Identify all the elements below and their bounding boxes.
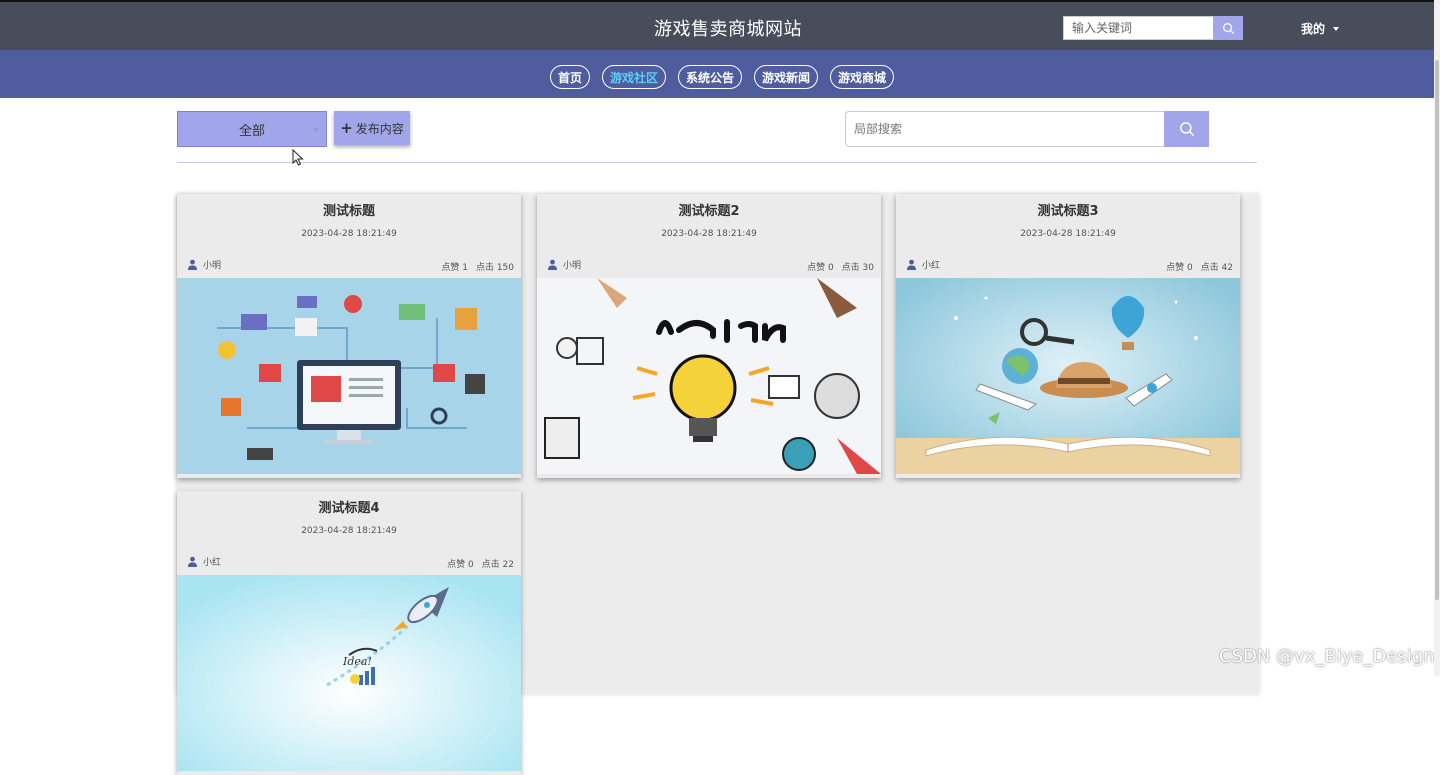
post-author-name: 小红 <box>922 261 941 271</box>
post-date: 2023-04-28 18:21:49 <box>1020 229 1116 239</box>
watermark: CSDN @vx_Biye_Design <box>1219 646 1435 667</box>
post-author-name: 小红 <box>203 558 222 568</box>
user-icon <box>906 259 917 270</box>
post-date: 2023-04-28 18:21:49 <box>661 229 757 239</box>
post-author: 小明 <box>547 258 581 271</box>
plus-icon: + <box>340 118 353 137</box>
publish-button-label: 发布内容 <box>355 121 404 136</box>
post-stats: 点赞 1 点击 150 <box>441 260 514 273</box>
post-author: 小明 <box>187 258 221 271</box>
post-stats: 点赞 0 点击 30 <box>807 260 874 273</box>
mouse-cursor-icon <box>292 149 304 166</box>
post-image-ecommerce-illustration[interactable] <box>177 278 521 474</box>
post-author-name: 小明 <box>203 261 222 271</box>
user-menu-dropdown[interactable]: 我的 <box>1301 20 1340 37</box>
nav-item-game-mall[interactable]: 游戏商城 <box>830 65 895 89</box>
post-stats: 点赞 0 点击 22 <box>447 557 514 570</box>
post-title: 测试标题3 <box>1037 204 1099 219</box>
post-card[interactable]: 测试标题3 2023-04-28 18:21:49 小红 点赞 0 点击 42 <box>896 194 1240 478</box>
chevron-down-icon <box>313 128 319 132</box>
main-nav: 首页 游戏社区 系统公告 游戏新闻 游戏商城 <box>0 50 1434 98</box>
post-grid: 测试标题 2023-04-28 18:21:49 小明 点赞 1 点击 150 <box>176 194 1258 775</box>
post-clicks: 点击 30 <box>841 263 874 273</box>
top-header: 游戏售卖商城网站 我的 <box>0 0 1434 50</box>
search-icon <box>1179 122 1194 137</box>
nav-item-game-community[interactable]: 游戏社区 <box>601 65 666 89</box>
user-menu-label: 我的 <box>1301 22 1326 36</box>
post-clicks: 点击 150 <box>475 263 514 273</box>
svg-text:Idea!: Idea! <box>342 655 372 668</box>
user-icon <box>187 259 198 270</box>
publish-button[interactable]: + 发布内容 <box>334 111 410 145</box>
post-image-learn-lightbulb-illustration[interactable] <box>537 278 881 474</box>
post-clicks: 点击 22 <box>481 560 514 570</box>
user-icon <box>187 556 198 567</box>
post-clicks: 点击 42 <box>1200 263 1233 273</box>
post-image-open-book-travel-illustration[interactable] <box>896 278 1240 474</box>
post-likes: 点赞 0 <box>447 560 474 570</box>
caret-down-icon <box>1333 26 1340 31</box>
keyword-search <box>1063 16 1243 40</box>
post-likes: 点赞 0 <box>807 263 834 273</box>
post-date: 2023-04-28 18:21:49 <box>301 229 397 239</box>
divider <box>177 162 1257 163</box>
post-card[interactable]: 测试标题 2023-04-28 18:21:49 小明 点赞 1 点击 150 <box>177 194 521 478</box>
nav-item-system-announcement[interactable]: 系统公告 <box>677 65 742 89</box>
nav-item-home[interactable]: 首页 <box>549 65 590 89</box>
post-author: 小红 <box>187 555 221 568</box>
post-stats: 点赞 0 点击 42 <box>1166 260 1233 273</box>
post-title: 测试标题 <box>322 204 375 219</box>
post-title: 测试标题4 <box>318 501 380 516</box>
post-likes: 点赞 1 <box>441 263 468 273</box>
post-card[interactable]: 测试标题2 2023-04-28 18:21:49 小明 点赞 0 点击 30 <box>537 194 881 478</box>
post-author-name: 小明 <box>563 261 582 271</box>
local-search-input[interactable] <box>845 111 1164 147</box>
post-image-rocket-idea-illustration[interactable]: Idea! <box>177 575 521 771</box>
post-likes: 点赞 0 <box>1166 263 1193 273</box>
user-icon <box>547 259 558 270</box>
post-date: 2023-04-28 18:21:49 <box>301 526 397 536</box>
nav-item-game-news[interactable]: 游戏新闻 <box>754 65 819 89</box>
post-card[interactable]: 测试标题4 2023-04-28 18:21:49 小红 点赞 0 点击 22 … <box>177 491 521 775</box>
local-search <box>845 111 1209 147</box>
page-scrollbar[interactable] <box>1434 0 1440 676</box>
keyword-search-input[interactable] <box>1063 16 1213 40</box>
keyword-search-button[interactable] <box>1213 16 1243 40</box>
post-author: 小红 <box>906 258 940 271</box>
local-search-button[interactable] <box>1164 111 1209 147</box>
search-icon <box>1222 22 1234 34</box>
scrollbar-thumb[interactable] <box>1435 60 1439 600</box>
category-select[interactable]: 全部 <box>177 111 327 147</box>
post-title: 测试标题2 <box>678 204 740 219</box>
category-select-value: 全部 <box>238 123 265 139</box>
